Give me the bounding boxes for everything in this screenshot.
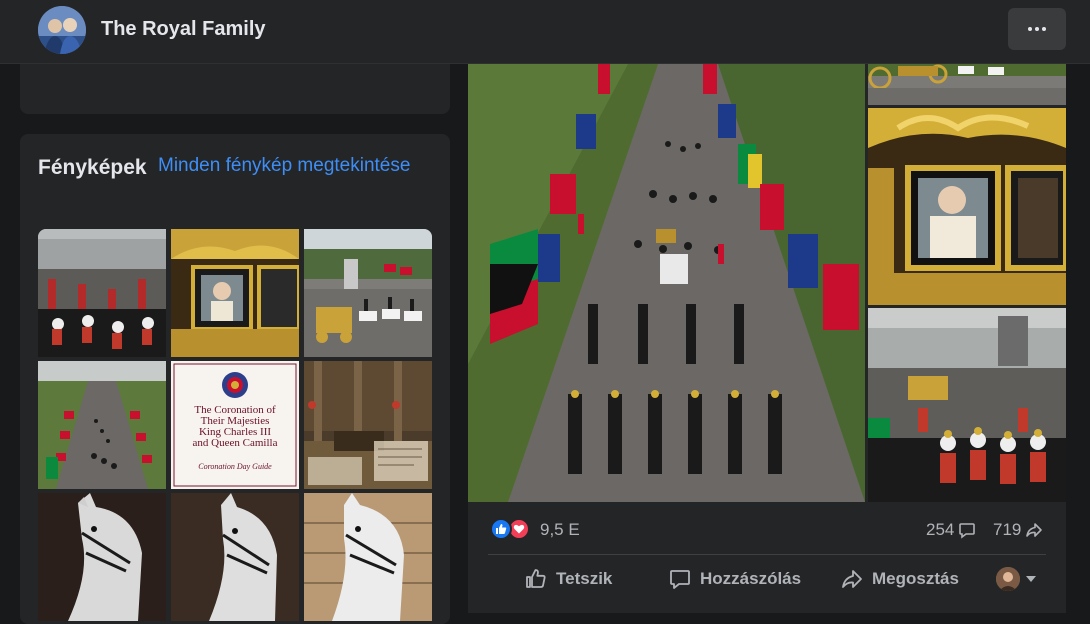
comment-icon bbox=[670, 570, 690, 589]
photo-coronation-guide[interactable]: The Coronation of Their Majesties King C… bbox=[171, 361, 299, 489]
photo-horse-3[interactable] bbox=[304, 493, 432, 621]
photos-card: Fényképek Minden fénykép megtekintése Th… bbox=[20, 134, 450, 624]
more-options-button[interactable] bbox=[1008, 8, 1066, 50]
share-arrow-icon bbox=[1026, 523, 1043, 537]
share-count[interactable]: 719 bbox=[993, 520, 1043, 540]
photo-procession-palace[interactable] bbox=[38, 229, 166, 357]
comment-bubble-icon bbox=[959, 523, 976, 539]
chevron-down-icon bbox=[1026, 576, 1036, 582]
reactions-summary: 9,5 E 254 719 bbox=[468, 510, 1066, 550]
share-button[interactable]: Megosztás bbox=[840, 565, 959, 593]
photo-horse-2[interactable] bbox=[171, 493, 299, 621]
account-switcher[interactable] bbox=[996, 567, 1036, 591]
comment-button[interactable]: Hozzászólás bbox=[668, 565, 801, 593]
share-count-value: 719 bbox=[993, 520, 1022, 539]
post-photo-king-in-coach[interactable] bbox=[868, 108, 1066, 305]
post-photo-coach-top[interactable] bbox=[868, 64, 1066, 105]
post-divider bbox=[488, 554, 1046, 555]
post-photo-cavalry-palace[interactable] bbox=[868, 308, 1066, 502]
post-card: 9,5 E 254 719 Tetszik Hozzászólás Megosz… bbox=[468, 64, 1066, 613]
more-dots-icon bbox=[1028, 27, 1032, 31]
page-avatar[interactable] bbox=[38, 6, 86, 54]
photos-title: Fényképek bbox=[38, 156, 147, 179]
intro-card bbox=[20, 64, 450, 114]
comment-count[interactable]: 254 bbox=[926, 520, 976, 540]
post-main-photo[interactable] bbox=[468, 64, 865, 502]
reaction-count[interactable]: 9,5 E bbox=[540, 520, 580, 540]
comment-count-value: 254 bbox=[926, 520, 955, 539]
page-header: The Royal Family bbox=[0, 0, 1090, 64]
guide-title-line: and Queen Camilla bbox=[192, 437, 278, 449]
photo-gold-state-coach[interactable] bbox=[171, 229, 299, 357]
photo-horse-1[interactable] bbox=[38, 493, 166, 621]
see-all-photos-link[interactable]: Minden fénykép megtekintése bbox=[158, 154, 410, 178]
guide-subtitle: Coronation Day Guide bbox=[198, 462, 272, 471]
like-reaction-icon bbox=[490, 518, 512, 540]
thumbs-up-icon bbox=[526, 569, 546, 588]
photo-the-mall-aerial[interactable] bbox=[38, 361, 166, 489]
post-actions: Tetszik Hozzászólás Megosztás bbox=[468, 561, 1066, 597]
avatar-photo-icon bbox=[38, 6, 86, 54]
page-title[interactable]: The Royal Family bbox=[101, 18, 266, 41]
share-icon bbox=[842, 570, 862, 588]
photo-abbey-interior[interactable] bbox=[304, 361, 432, 489]
user-avatar bbox=[996, 567, 1020, 591]
share-label: Megosztás bbox=[872, 569, 959, 588]
comment-label: Hozzászólás bbox=[700, 569, 802, 588]
like-button[interactable]: Tetszik bbox=[524, 565, 612, 593]
like-label: Tetszik bbox=[556, 569, 613, 588]
reaction-icons[interactable] bbox=[490, 518, 534, 540]
photo-coach-crowd[interactable] bbox=[304, 229, 432, 357]
